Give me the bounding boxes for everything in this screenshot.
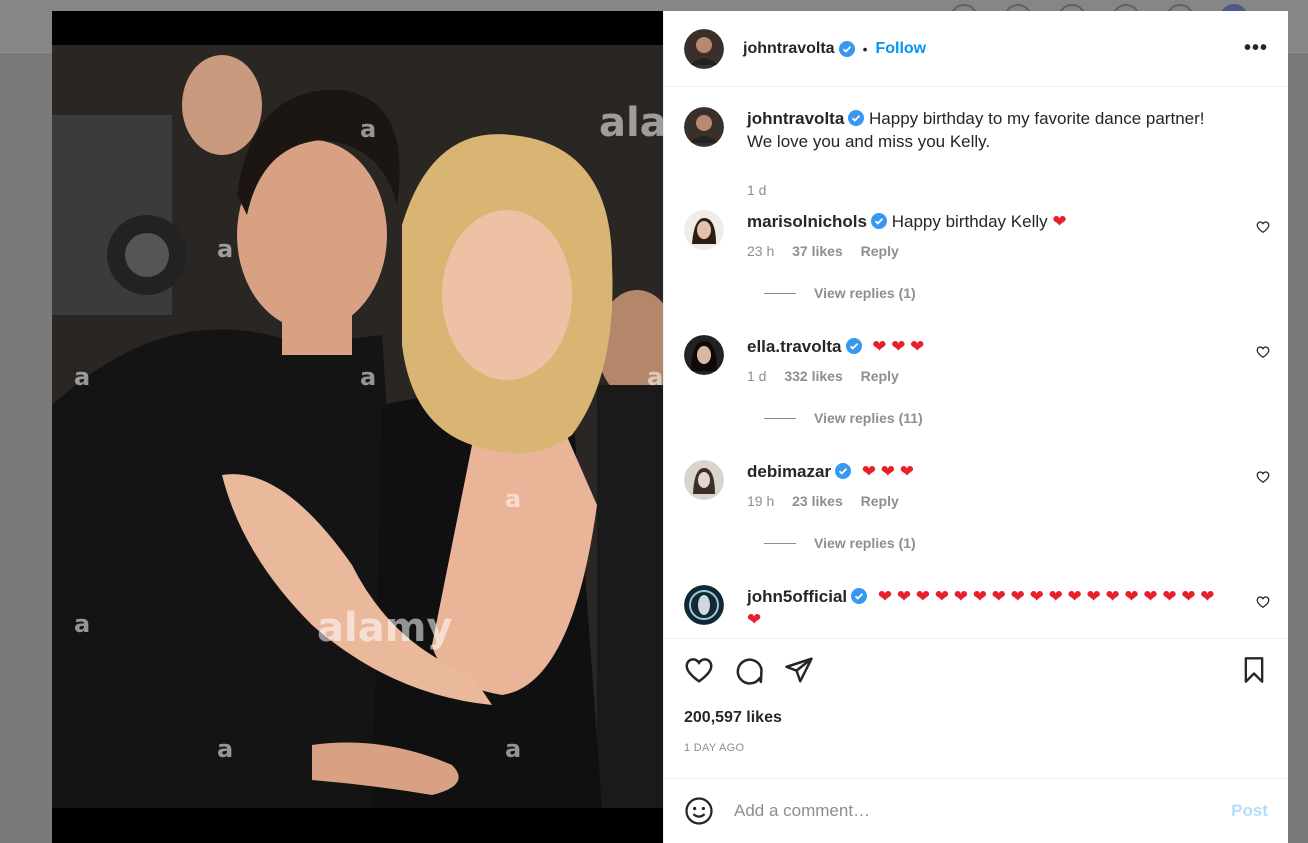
post-media: alar a a a a a a alamy a a a: [52, 11, 663, 843]
view-replies-button[interactable]: View replies (11): [764, 410, 923, 426]
comment-meta: 1 d 332 likes Reply: [747, 368, 913, 384]
comment-item: john5official ❤ ❤ ❤ ❤ ❤ ❤ ❤ ❤ ❤ ❤ ❤ ❤ ❤ …: [684, 585, 1270, 638]
watermark: a: [505, 485, 522, 513]
commenter-avatar[interactable]: [684, 585, 724, 625]
heart-emojis: ❤ ❤ ❤: [872, 337, 925, 356]
commenter-avatar[interactable]: [684, 460, 724, 500]
reply-button[interactable]: Reply: [861, 368, 899, 384]
comment-text-block: debimazar ❤ ❤ ❤: [747, 460, 1230, 483]
post-header: johntravolta • Follow •••: [664, 11, 1288, 87]
separator-dot: •: [862, 40, 868, 57]
post-timestamp: 1 DAY AGO: [684, 742, 745, 754]
like-comment-heart-icon[interactable]: [1256, 220, 1270, 234]
caption-time[interactable]: 1 d: [747, 182, 766, 198]
save-bookmark-icon[interactable]: [1240, 655, 1268, 685]
view-replies-button[interactable]: View replies (1): [764, 535, 916, 551]
verified-badge-icon: [845, 338, 862, 354]
author-avatar[interactable]: [684, 107, 724, 147]
comment-username[interactable]: john5official: [747, 587, 847, 606]
likes-count[interactable]: 200,597 likes: [684, 709, 782, 727]
watermark: alar: [599, 100, 663, 146]
verified-badge-icon: [835, 463, 852, 479]
emoji-icon[interactable]: [684, 796, 714, 826]
post-comment-button[interactable]: Post: [1231, 801, 1268, 821]
comment-meta: 23 h 37 likes Reply: [747, 243, 913, 259]
comment-time[interactable]: 23 h: [747, 243, 774, 259]
follow-button[interactable]: Follow: [875, 40, 926, 58]
post-side-panel: johntravolta • Follow ••• johntravolta H…: [663, 11, 1288, 843]
comment-icon[interactable]: [734, 655, 764, 685]
reply-button[interactable]: Reply: [861, 243, 899, 259]
comment-likes[interactable]: 37 likes: [792, 243, 843, 259]
comment-username[interactable]: marisolnichols: [747, 212, 867, 231]
verified-badge-icon: [848, 110, 865, 126]
photo-illustration: [52, 45, 663, 808]
commenter-avatar[interactable]: [684, 335, 724, 375]
verified-badge-icon: [851, 588, 868, 604]
comment-username[interactable]: ella.travolta: [747, 337, 842, 356]
watermark: a: [74, 610, 91, 638]
comments-list: johntravolta Happy birthday to my favori…: [664, 87, 1288, 639]
post-photo[interactable]: alar a a a a a a alamy a a a: [52, 45, 663, 808]
watermark: a: [217, 735, 234, 763]
comment-likes[interactable]: 23 likes: [792, 493, 843, 509]
like-heart-icon[interactable]: [684, 655, 714, 685]
view-replies-label: View replies (1): [814, 285, 916, 301]
add-comment-bar: Post: [664, 778, 1288, 843]
caption-text-block: johntravolta Happy birthday to my favori…: [747, 107, 1230, 153]
watermark: a: [360, 115, 377, 143]
author-avatar[interactable]: [684, 28, 724, 69]
comment-time[interactable]: 19 h: [747, 493, 774, 509]
comment-username[interactable]: debimazar: [747, 462, 831, 481]
author-username[interactable]: johntravolta: [743, 40, 835, 58]
view-replies-label: View replies (1): [814, 535, 916, 551]
watermark: a: [647, 363, 663, 391]
watermark: a: [74, 363, 91, 391]
heart-emoji: ❤: [1052, 212, 1067, 231]
caption: johntravolta Happy birthday to my favori…: [684, 107, 1270, 198]
watermark: a: [505, 735, 522, 763]
comment-item: debimazar ❤ ❤ ❤ 19 h 23 likes Reply View…: [684, 460, 1270, 560]
action-bar: [684, 655, 1268, 687]
caption-username[interactable]: johntravolta: [747, 109, 844, 128]
comment-text-block: john5official ❤ ❤ ❤ ❤ ❤ ❤ ❤ ❤ ❤ ❤ ❤ ❤ ❤ …: [747, 585, 1230, 631]
comment-text-block: marisolnichols Happy birthday Kelly ❤: [747, 210, 1230, 233]
comment-time[interactable]: 1 d: [747, 368, 766, 384]
post-modal: alar a a a a a a alamy a a a johntravolt…: [52, 11, 1288, 843]
more-options-icon[interactable]: •••: [1244, 37, 1268, 60]
add-comment-input[interactable]: [732, 800, 1232, 822]
share-icon[interactable]: [784, 655, 814, 685]
verified-badge-icon: [870, 213, 887, 229]
like-comment-heart-icon[interactable]: [1256, 595, 1270, 609]
reply-button[interactable]: Reply: [861, 493, 899, 509]
heart-emojis: ❤ ❤ ❤: [861, 462, 915, 481]
comment-meta: 19 h 23 likes Reply: [747, 493, 913, 509]
view-replies-label: View replies (11): [814, 410, 923, 426]
verified-badge-icon: [838, 40, 855, 57]
caption-meta: 1 d: [747, 182, 780, 198]
watermark: a: [217, 235, 234, 263]
like-comment-heart-icon[interactable]: [1256, 345, 1270, 359]
comment-item: ella.travolta ❤ ❤ ❤ 1 d 332 likes Reply …: [684, 335, 1270, 435]
watermark: alamy: [317, 605, 453, 651]
comment-text: Happy birthday Kelly: [891, 212, 1048, 231]
comment-item: marisolnichols Happy birthday Kelly ❤ 23…: [684, 210, 1270, 310]
comment-likes[interactable]: 332 likes: [784, 368, 842, 384]
watermark: a: [360, 363, 377, 391]
like-comment-heart-icon[interactable]: [1256, 470, 1270, 484]
commenter-avatar[interactable]: [684, 210, 724, 250]
view-replies-button[interactable]: View replies (1): [764, 285, 916, 301]
comment-text-block: ella.travolta ❤ ❤ ❤: [747, 335, 1230, 358]
